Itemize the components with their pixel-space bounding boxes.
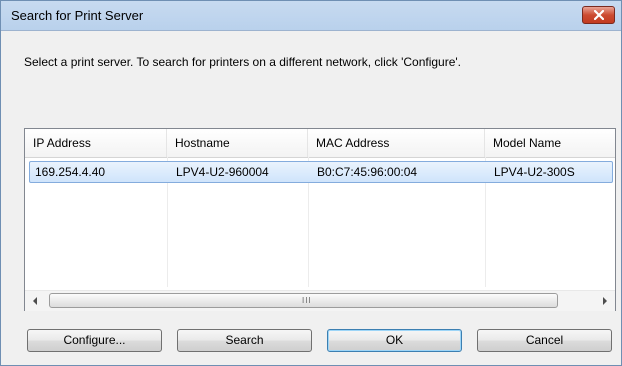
instruction-text: Select a print server. To search for pri…: [24, 55, 462, 69]
configure-button[interactable]: Configure...: [27, 329, 162, 352]
list-header: IP Address Hostname MAC Address Model Na…: [25, 129, 615, 158]
scroll-right-button[interactable]: [596, 293, 613, 309]
scrollbar-thumb[interactable]: III: [49, 293, 558, 308]
table-row[interactable]: 169.254.4.40 LPV4-U2-960004 B0:C7:45:96:…: [29, 161, 613, 183]
title-bar: Search for Print Server: [1, 1, 621, 31]
column-header-hostname[interactable]: Hostname: [167, 129, 308, 157]
scrollbar-grip: III: [302, 296, 312, 305]
ok-button[interactable]: OK: [327, 329, 462, 352]
column-header-model-name[interactable]: Model Name: [485, 129, 615, 157]
scroll-left-button[interactable]: [27, 293, 44, 309]
scroll-right-icon: [603, 297, 607, 305]
column-header-mac-address[interactable]: MAC Address: [308, 129, 485, 157]
horizontal-scrollbar[interactable]: III: [25, 290, 615, 311]
print-server-list[interactable]: IP Address Hostname MAC Address Model Na…: [24, 128, 616, 311]
close-button[interactable]: [582, 6, 615, 24]
column-header-ip-address[interactable]: IP Address: [25, 129, 167, 157]
close-icon: [594, 10, 604, 20]
scroll-left-icon: [33, 297, 37, 305]
cell-hostname: LPV4-U2-960004: [176, 165, 269, 179]
window-title: Search for Print Server: [11, 8, 144, 23]
cell-model-name: LPV4-U2-300S: [494, 165, 575, 179]
cell-ip-address: 169.254.4.40: [35, 165, 106, 179]
dialog-window: Search for Print Server Select a print s…: [0, 0, 622, 366]
cancel-button[interactable]: Cancel: [477, 329, 612, 352]
cell-mac-address: B0:C7:45:96:00:04: [317, 165, 418, 179]
search-button[interactable]: Search: [177, 329, 312, 352]
